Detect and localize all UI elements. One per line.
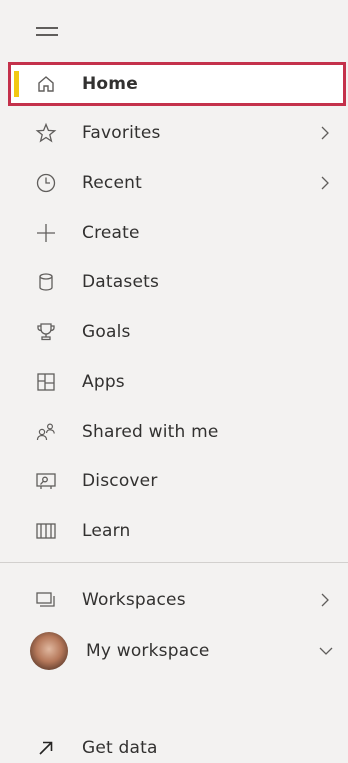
book-icon	[34, 520, 58, 542]
home-icon	[34, 73, 58, 95]
nav-item-discover[interactable]: Discover	[0, 461, 348, 501]
nav-item-learn[interactable]: Learn	[0, 511, 348, 551]
nav-item-label: Favorites	[82, 123, 161, 143]
nav-item-get-data[interactable]: Get data	[0, 728, 348, 763]
shared-people-icon	[34, 421, 58, 443]
chevron-right-icon[interactable]	[318, 175, 332, 191]
arrow-up-right-icon	[34, 737, 58, 759]
nav-item-recent[interactable]: Recent	[0, 163, 348, 203]
nav-item-home[interactable]: Home	[8, 62, 346, 106]
nav-item-goals[interactable]: Goals	[0, 312, 348, 352]
nav-item-workspaces[interactable]: Workspaces	[0, 580, 348, 620]
avatar	[30, 632, 68, 670]
chevron-right-icon[interactable]	[318, 592, 332, 608]
trophy-icon	[34, 321, 58, 343]
nav-item-shared-with-me[interactable]: Shared with me	[0, 412, 348, 452]
chevron-down-icon[interactable]	[318, 643, 333, 659]
chevron-right-icon[interactable]	[318, 125, 332, 141]
nav-item-label: Apps	[82, 372, 125, 392]
plus-icon	[34, 222, 58, 244]
discover-icon	[34, 470, 58, 492]
nav-divider	[0, 562, 348, 563]
nav-item-label: Discover	[82, 471, 158, 491]
nav-item-create[interactable]: Create	[0, 213, 348, 253]
nav-item-label: Learn	[82, 521, 131, 541]
workspaces-icon	[34, 589, 58, 611]
clock-icon	[34, 172, 58, 194]
nav-item-label: My workspace	[86, 641, 210, 661]
nav-item-datasets[interactable]: Datasets	[0, 262, 348, 302]
selected-accent-bar	[14, 71, 19, 97]
nav-item-label: Home	[82, 74, 138, 94]
left-navigation-pane: Home Favorites Recent Create Datasets Go…	[0, 0, 348, 763]
star-icon	[34, 122, 58, 144]
nav-item-label: Recent	[82, 173, 142, 193]
apps-icon	[34, 371, 58, 393]
nav-item-label: Workspaces	[82, 590, 186, 610]
nav-item-label: Get data	[82, 738, 158, 758]
nav-item-apps[interactable]: Apps	[0, 362, 348, 402]
database-icon	[34, 271, 58, 293]
nav-item-favorites[interactable]: Favorites	[0, 113, 348, 153]
nav-item-label: Create	[82, 223, 140, 243]
hamburger-menu-icon[interactable]	[36, 24, 58, 40]
nav-item-label: Goals	[82, 322, 131, 342]
nav-item-label: Datasets	[82, 272, 160, 292]
nav-item-label: Shared with me	[82, 422, 219, 442]
